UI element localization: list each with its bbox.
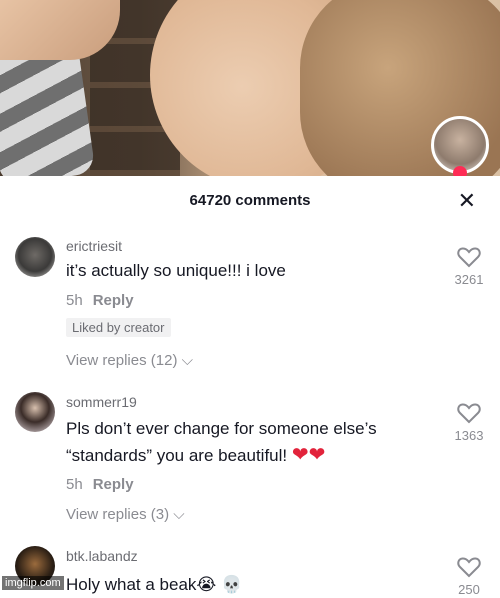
- comment-text: Pls don’t ever change for someone else’s…: [66, 416, 426, 469]
- comment-username[interactable]: btk.labandz: [66, 548, 138, 564]
- comment-username[interactable]: erictriesit: [66, 238, 122, 254]
- comment-time: 5h: [66, 476, 83, 493]
- comment-text-line2: “standards” you are beautiful! ❤❤: [66, 442, 426, 469]
- like-count: 1363: [454, 428, 484, 443]
- video-background[interactable]: [0, 0, 500, 176]
- reply-button[interactable]: Reply: [93, 292, 134, 309]
- close-icon[interactable]: ✕: [458, 188, 476, 214]
- comment-meta: 5h Reply: [66, 292, 134, 309]
- comment-time: 5h: [66, 292, 83, 309]
- chevron-down-icon: ⌵: [181, 352, 193, 369]
- comment-text-part: “standards” you are beautiful!: [66, 446, 288, 465]
- like-count: 3261: [454, 272, 484, 287]
- avatar[interactable]: [15, 392, 55, 432]
- follow-plus-icon[interactable]: [453, 166, 467, 176]
- crying-face-icon: 😭: [196, 575, 217, 594]
- avatar[interactable]: [15, 237, 55, 277]
- heart-icon[interactable]: [456, 556, 482, 583]
- like-count: 250: [458, 582, 480, 597]
- comment-text: Holy what a beak😭 💀: [66, 572, 426, 598]
- watermark: imgflip.com: [2, 576, 64, 590]
- heart-icon[interactable]: [456, 402, 482, 429]
- comments-count-title: 64720 comments: [189, 192, 311, 209]
- comment-username[interactable]: sommerr19: [66, 394, 137, 410]
- reply-button[interactable]: Reply: [93, 476, 134, 493]
- view-replies-button[interactable]: View replies (3) ⌵: [66, 506, 185, 523]
- heart-icon[interactable]: [456, 246, 482, 273]
- comment-meta: 5h Reply: [66, 476, 134, 493]
- comment-text-part: Holy what a beak: [66, 575, 197, 594]
- skull-icon: 💀: [221, 575, 243, 594]
- view-replies-label: View replies (12): [66, 352, 178, 369]
- comment-text: it’s actually so unique!!! i love: [66, 261, 286, 280]
- view-replies-label: View replies (3): [66, 506, 170, 523]
- red-heart-icon: ❤: [308, 444, 326, 466]
- liked-by-creator-badge: Liked by creator: [66, 318, 171, 337]
- comment-text-line: Pls don’t ever change for someone else’s: [66, 419, 377, 438]
- comments-sheet: 64720 comments ✕ erictriesit it’s actual…: [0, 176, 500, 597]
- view-replies-button[interactable]: View replies (12) ⌵: [66, 352, 193, 369]
- chevron-down-icon: ⌵: [173, 506, 185, 523]
- red-heart-icon: ❤: [291, 444, 309, 466]
